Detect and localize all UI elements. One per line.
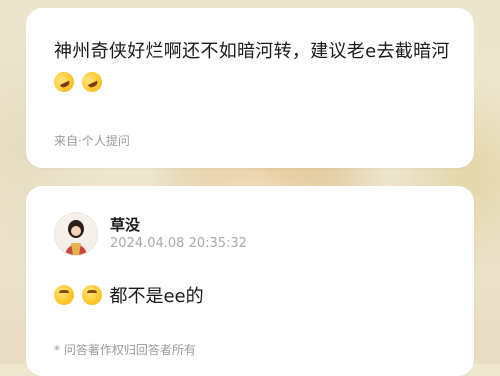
answer-timestamp: 2024.04.08 20:35:32 [110,236,247,251]
answer-body: 都不是ee的 [109,286,204,307]
question-card: 神州奇侠好烂啊还不如暗河转，建议老e去截暗河 来自·个人提问 [26,8,474,168]
upside-down-face-emoji-icon [54,285,74,305]
question-text: 神州奇侠好烂啊还不如暗河转，建议老e去截暗河 [50,36,454,100]
rofl-emoji-icon [78,68,106,96]
answer-user-name[interactable]: 草没 [110,214,140,235]
answer-card: 草没 2024.04.08 20:35:32 都不是ee的 * 问答著作权归回答… [26,186,474,376]
question-source: 来自·个人提问 [54,134,130,148]
copyright-note: * 问答著作权归回答者所有 [54,343,196,357]
avatar[interactable] [54,212,98,256]
question-body: 神州奇侠好烂啊还不如暗河转，建议老e去截暗河 [54,41,450,62]
rofl-emoji-icon [50,68,78,96]
upside-down-face-emoji-icon [81,285,102,305]
answer-text: 都不是ee的 [54,282,204,308]
